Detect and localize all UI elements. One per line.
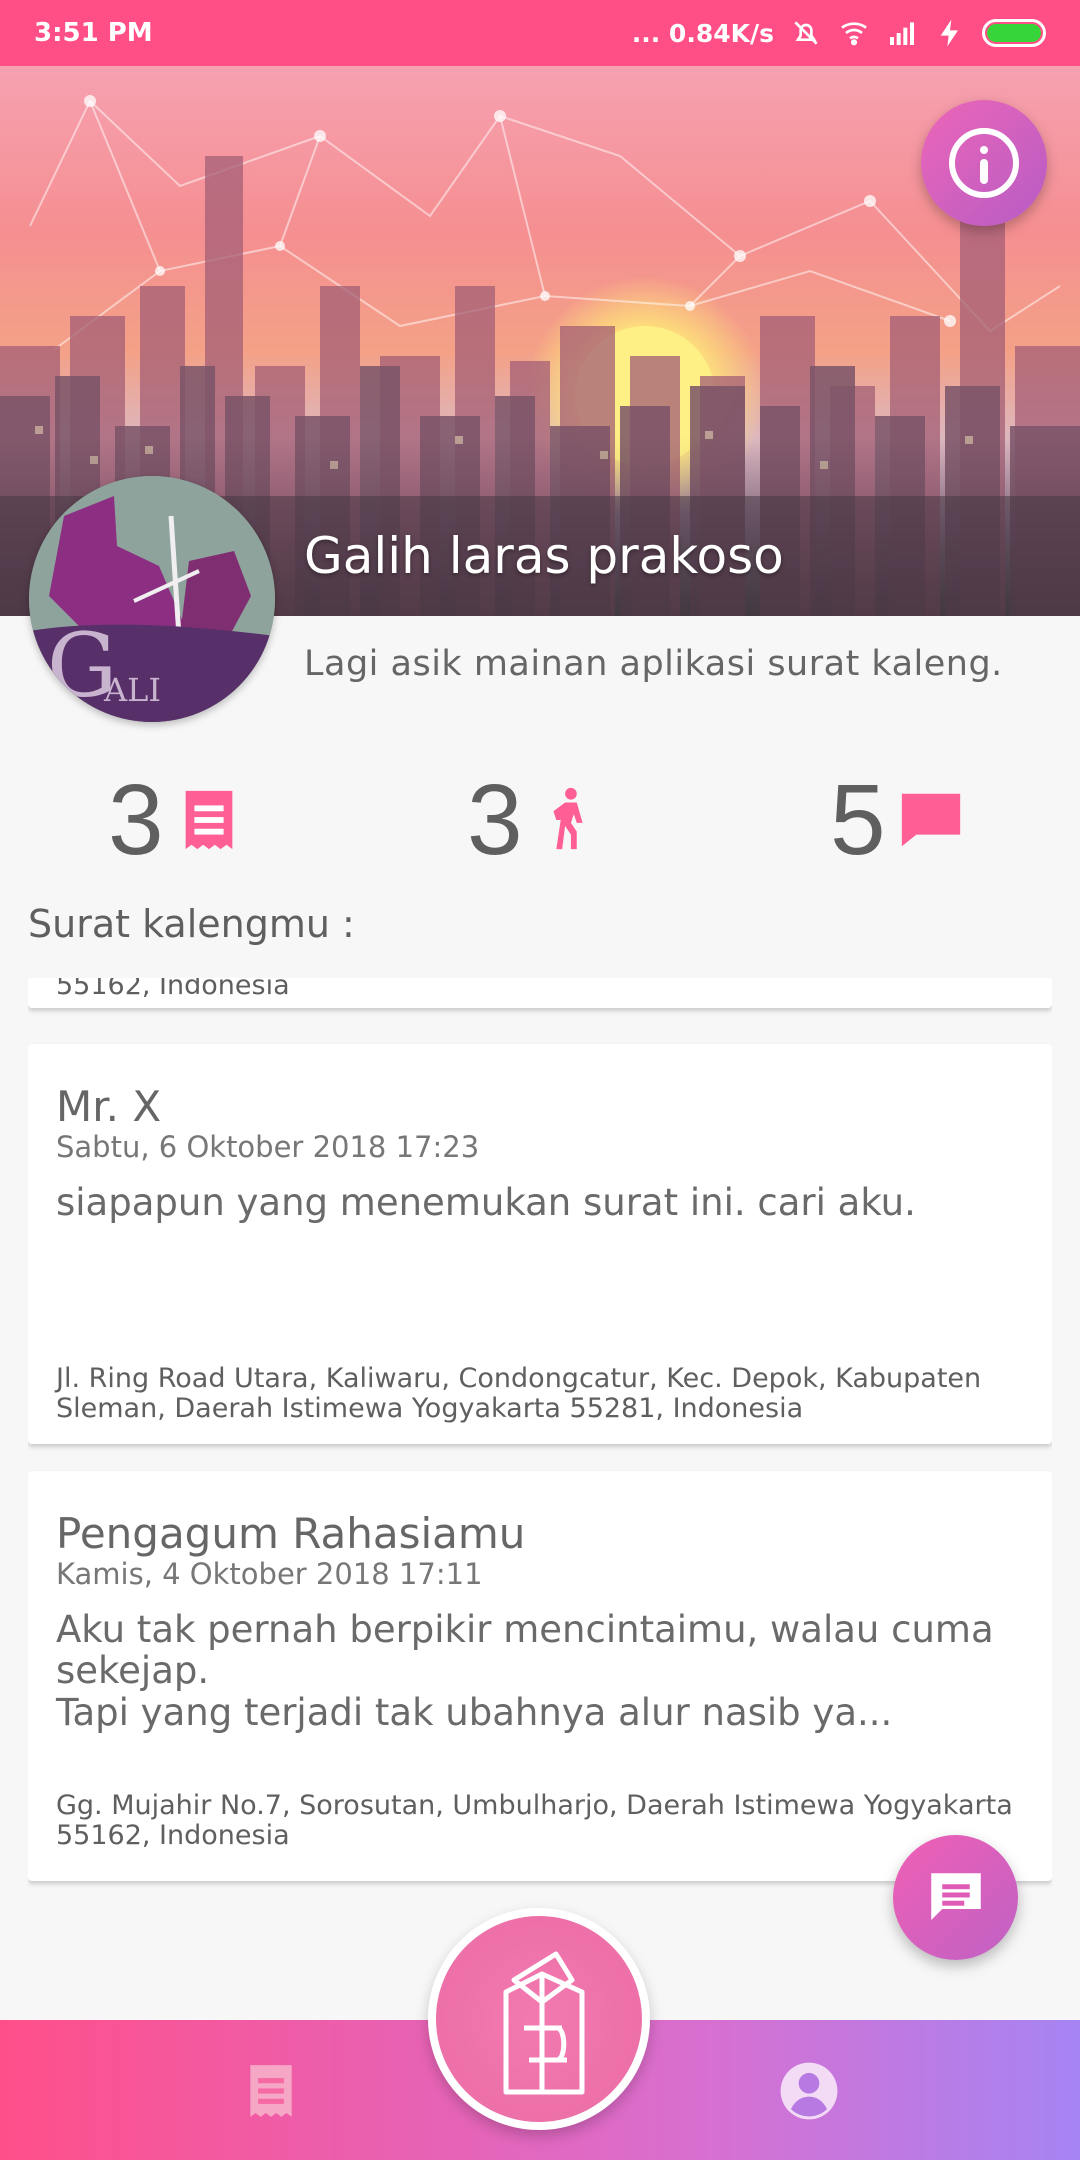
letter-card[interactable]: Pengagum Rahasiamu Kamis, 4 Oktober 2018… (28, 1471, 1052, 1881)
letter-message: Aku tak pernah berpikir mencintaimu, wal… (56, 1608, 994, 1734)
letters-nav-icon[interactable] (240, 2060, 302, 2122)
letter-address: Gg. Mujahir No.7, Sorosutan, Umbulharjo,… (56, 1790, 1013, 1852)
charging-icon (940, 19, 958, 47)
status-icons: ... 0.84K/s (632, 17, 1046, 49)
letter-sender: Mr. X (56, 1082, 162, 1131)
stat-letters: 3 (108, 770, 244, 870)
avatar[interactable]: G ALI (29, 476, 275, 722)
network-speed: ... 0.84K/s (631, 18, 774, 48)
letter-card[interactable]: 55162, Indonesia (28, 978, 1052, 1008)
letter-icon (185, 790, 232, 850)
chat-bubble-icon (901, 793, 960, 847)
stat-walks-count: 3 (467, 764, 523, 876)
wifi-icon (841, 22, 867, 46)
letter-message: siapapun yang menemukan surat ini. cari … (56, 1181, 916, 1224)
signal-icon (890, 22, 914, 45)
profile-bio: Lagi asik mainan aplikasi surat kaleng. (304, 644, 1003, 684)
letter-address: 55162, Indonesia (56, 978, 290, 1001)
battery-icon (982, 19, 1046, 47)
stat-walks: 3 (467, 770, 603, 870)
mute-icon (794, 21, 818, 45)
chat-fab-button[interactable] (893, 1835, 1018, 1960)
svg-text:ALI: ALI (103, 671, 161, 709)
avatar-violin-logo-icon: G ALI (29, 476, 275, 722)
info-button[interactable] (921, 100, 1047, 226)
profile-nav-icon[interactable] (778, 2060, 840, 2122)
stat-chats: 5 (830, 770, 966, 870)
letters-list[interactable]: 55162, Indonesia Mr. X Sabtu, 6 Oktober … (28, 978, 1052, 1893)
stat-chats-count: 5 (830, 764, 886, 876)
chat-icon (930, 1872, 981, 1920)
bottle-icon (503, 1951, 585, 2095)
letter-sender: Pengagum Rahasiamu (56, 1509, 526, 1558)
letter-date: Sabtu, 6 Oktober 2018 17:23 (56, 1130, 480, 1164)
profile-name: Galih laras prakoso (304, 527, 784, 585)
letters-section-title: Surat kalengmu : (28, 902, 355, 946)
info-icon (949, 128, 1019, 198)
send-bottle-button[interactable] (428, 1908, 650, 2130)
status-bar: 3:51 PM ... 0.84K/s (0, 0, 1080, 66)
letter-address: Jl. Ring Road Utara, Kaliwaru, Condongca… (56, 1363, 982, 1425)
walking-person-icon (553, 787, 583, 850)
letter-card[interactable]: Mr. X Sabtu, 6 Oktober 2018 17:23 siapap… (28, 1044, 1052, 1444)
status-time: 3:51 PM (34, 18, 153, 48)
stat-letters-count: 3 (108, 764, 164, 876)
letter-date: Kamis, 4 Oktober 2018 17:11 (56, 1557, 483, 1591)
